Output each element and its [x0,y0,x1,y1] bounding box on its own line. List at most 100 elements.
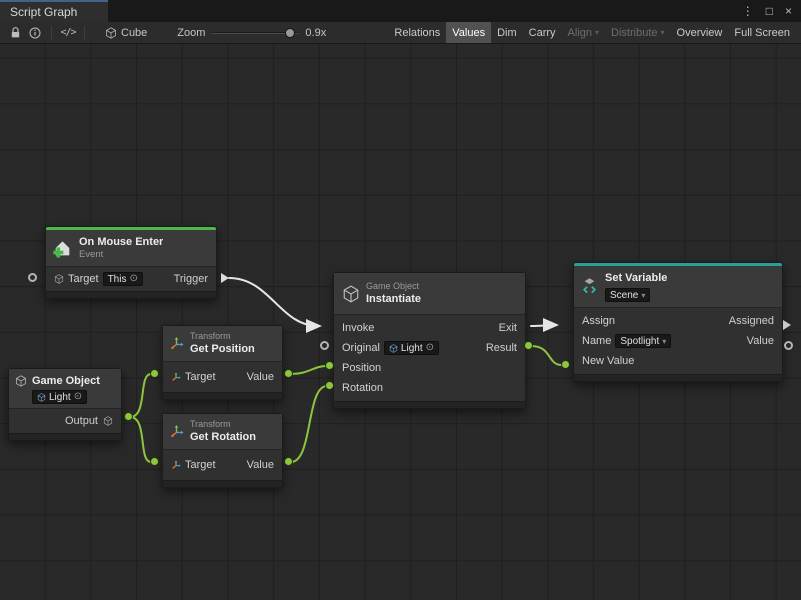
maximize-icon[interactable]: □ [766,5,773,17]
wire-light-to-getrotation-target[interactable] [130,417,151,462]
node-title: Set Variable [605,271,667,285]
node-title: Game Object [32,374,100,388]
tab-bar: Script Graph ⋮ □ × [0,0,801,22]
port-row: Target This ⊙ Trigger [46,269,216,289]
transform-type-icon [171,372,181,382]
toolbar-button-overview[interactable]: Overview [671,22,729,43]
toolbar-separator [51,26,52,40]
window-menu-icon[interactable]: ⋮ [742,5,754,17]
object-picker-icon[interactable]: ⊙ [129,274,137,284]
node-footer [334,401,525,408]
wire-trigger-to-invoke[interactable] [229,278,318,326]
node-title: On Mouse Enter [79,235,163,249]
node-header[interactable]: Set Variable Scene ▾ [574,266,782,308]
cube-icon [15,375,27,387]
name-port-label: Name [582,335,611,347]
port-instantiate-position-input[interactable] [325,361,334,370]
port-get-rotation-value-output[interactable] [284,457,293,466]
port-set-variable-assigned-output[interactable] [783,320,791,330]
zoom-label: Zoom [177,27,205,39]
port-get-position-value-output[interactable] [284,369,293,378]
tab-title: Script Graph [10,5,77,19]
toolbar-button-distribute[interactable]: Distribute ▾ [605,22,670,43]
node-instantiate[interactable]: Game Object Instantiate Invoke Exit Orig… [333,272,526,409]
toolbar-button-values[interactable]: Values [446,22,491,43]
toolbar-button-full-screen[interactable]: Full Screen [728,22,796,43]
node-header[interactable]: Game Object Light ⊙ [9,369,121,409]
cube-icon [37,393,46,402]
node-header[interactable]: Transform Get Rotation [163,414,282,450]
wire-exit-to-assign[interactable] [531,325,555,326]
wire-result-to-new-value[interactable] [531,346,562,365]
value-port-label: Value [747,335,774,347]
lock-icon[interactable] [5,24,25,42]
transform-icon [169,424,184,439]
toolbar-button-align[interactable]: Align ▾ [562,22,605,43]
toolbar-button-carry[interactable]: Carry [523,22,562,43]
node-title: Get Position [190,342,255,356]
port-instantiate-rotation-input[interactable] [325,381,334,390]
port-on-mouse-enter-target-input[interactable] [28,273,37,282]
variable-scope-dropdown[interactable]: Scene ▾ [605,288,650,302]
chevron-down-icon: ▾ [641,291,645,300]
node-set-variable[interactable]: Set Variable Scene ▾ Assign Assigned [573,262,783,382]
port-row: Invoke Exit [334,318,525,338]
node-category: Transform [190,331,255,342]
info-icon[interactable] [25,24,45,42]
node-header[interactable]: On Mouse Enter Event [46,230,216,267]
port-set-variable-value-output[interactable] [784,341,793,350]
zoom-slider[interactable] [211,27,299,39]
port-game-object-output[interactable] [124,412,133,421]
port-get-rotation-target-input[interactable] [150,457,159,466]
close-icon[interactable]: × [785,5,792,17]
wire-rotation-value-to-instantiate[interactable] [291,386,327,462]
node-footer [46,291,216,298]
code-view-icon[interactable]: </> [58,24,78,42]
tabbar-spacer [108,0,742,22]
node-footer [574,374,782,381]
node-get-position[interactable]: Transform Get Position Targe [162,325,283,400]
chevron-down-icon: ▾ [595,28,599,37]
node-header[interactable]: Game Object Instantiate [334,273,525,315]
wire-light-to-getposition-target[interactable] [130,374,151,417]
node-category: Transform [190,419,256,430]
new-value-port-label: New Value [582,355,634,367]
object-picker-icon[interactable]: ⊙ [74,392,82,402]
node-header[interactable]: Transform Get Position [163,326,282,362]
original-value-chip[interactable]: Light ⊙ [384,341,439,355]
set-variable-icon [580,277,599,296]
game-object-value-chip[interactable]: Light ⊙ [32,390,87,404]
port-row: Assign Assigned [574,311,782,331]
node-game-object-light[interactable]: Game Object Light ⊙ Output [8,368,122,441]
target-value-chip[interactable]: This ⊙ [103,272,143,286]
port-get-position-target-input[interactable] [150,369,159,378]
variable-name-dropdown[interactable]: Spotlight ▾ [615,334,671,348]
node-footer [163,392,282,399]
toolbar-button-dim[interactable]: Dim [491,22,523,43]
assigned-port-label: Assigned [729,315,774,327]
tab-script-graph[interactable]: Script Graph [0,0,108,22]
node-on-mouse-enter[interactable]: On Mouse Enter Event Target This ⊙ [45,226,217,299]
rotation-port-label: Rotation [342,382,383,394]
graph-canvas[interactable]: On Mouse Enter Event Target This ⊙ [0,44,801,600]
port-set-variable-new-value-input[interactable] [561,360,570,369]
zoom-slider-knob[interactable] [285,28,295,38]
port-row: Rotation [334,378,525,398]
port-trigger-output[interactable] [221,273,229,283]
port-instantiate-result-output[interactable] [524,341,533,350]
node-subtitle: Event [79,249,163,261]
object-picker-icon[interactable]: ⊙ [426,343,434,353]
position-port-label: Position [342,362,381,374]
node-get-rotation[interactable]: Transform Get Rotation Targe [162,413,283,488]
port-row: Output [9,411,121,431]
graph-context-breadcrumb[interactable]: Cube [105,27,147,39]
wire-position-value-to-instantiate[interactable] [291,366,327,374]
node-title: Instantiate [366,292,421,306]
toolbar-button-relations[interactable]: Relations [388,22,446,43]
result-port-label: Result [486,342,517,354]
transform-icon [169,336,184,351]
invoke-port-label: Invoke [342,322,374,334]
context-label: Cube [121,27,147,39]
cube-icon [342,285,360,303]
port-instantiate-original-input[interactable] [320,341,329,350]
